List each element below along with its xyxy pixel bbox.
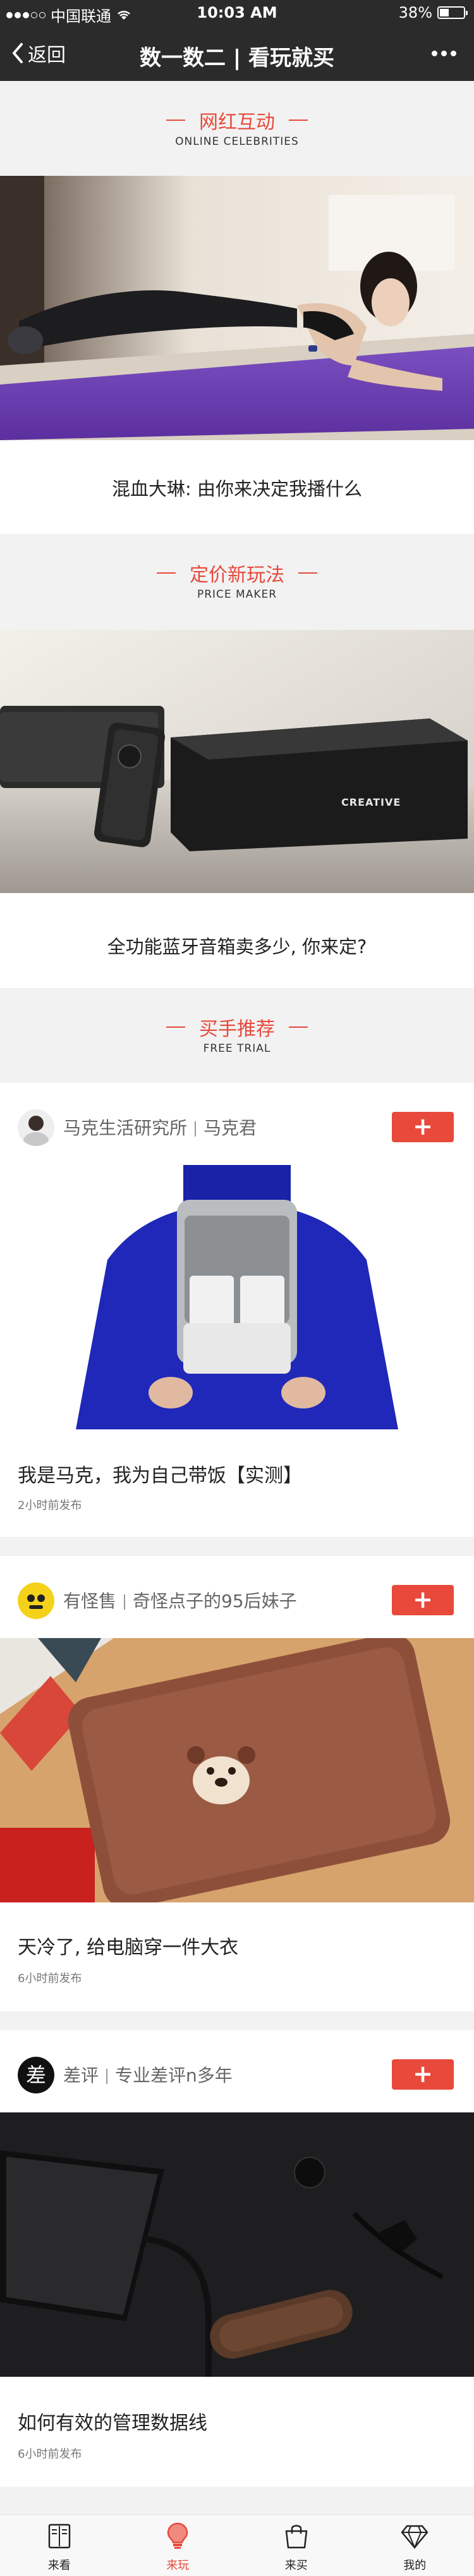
price-maker-caption: 全功能蓝牙音箱卖多少, 你来定? — [107, 936, 367, 958]
post-image[interactable] — [0, 1638, 474, 1902]
section-title: 网红互动 — [0, 106, 474, 134]
author-info[interactable]: 马克生活研究所 马克君 — [63, 1114, 257, 1140]
author-row: 马克生活研究所 马克君 + — [0, 1083, 474, 1165]
post-time: 6小时前发布 — [18, 1972, 82, 1985]
post-card[interactable]: 天冷了, 给电脑穿一件大衣 6小时前发布 — [0, 1902, 474, 2011]
author-subtitle: 奇怪点子的95后妹子 — [133, 1591, 297, 1612]
section-header-celebrities: 网红互动 ONLINE CELEBRITIES — [0, 81, 474, 176]
post-title: 如何有效的管理数据线 — [18, 2412, 207, 2434]
battery-icon — [437, 6, 468, 19]
avatar[interactable]: 差 — [18, 2057, 54, 2093]
section-title: 买手推荐 — [0, 1013, 474, 1041]
celebrity-caption-card[interactable]: 混血大琳: 由你来决定我播什么 — [0, 440, 474, 534]
follow-button[interactable]: + — [392, 1585, 454, 1615]
speaker-photo[interactable]: CREATIVE — [0, 630, 474, 893]
lightbulb-icon — [167, 2522, 188, 2549]
section-header-price-maker: 定价新玩法 PRICE MAKER — [0, 534, 474, 629]
author-name: 差评 — [63, 2065, 99, 2086]
author-info[interactable]: 差评 专业差评n多年 — [63, 2062, 233, 2087]
post-image[interactable] — [0, 1165, 474, 1429]
avatar[interactable] — [18, 1109, 54, 1146]
tab-play[interactable]: 来玩 — [119, 2515, 238, 2576]
section-subtitle: FREE TRIAL — [203, 1042, 271, 1055]
author-name: 有怪售 — [63, 1591, 117, 1612]
tab-mine[interactable]: 我的 — [356, 2515, 474, 2576]
nav-bar: 返回 数一数二 | 看玩就买 — [0, 25, 474, 81]
more-button[interactable] — [432, 40, 456, 66]
battery-percent: 38% — [398, 4, 432, 22]
post-time: 6小时前发布 — [18, 2448, 82, 2461]
status-bar: 中国联通 10:03 AM 38% — [0, 0, 474, 25]
tab-bar: 来看 来玩 来买 我的 — [0, 2514, 474, 2576]
post-card[interactable]: 我是马克，我为自己带饭【实测】 2小时前发布 — [0, 1429, 474, 1537]
bag-icon — [285, 2525, 307, 2549]
celebrity-caption: 混血大琳: 由你来决定我播什么 — [112, 478, 362, 500]
avatar-initial: 差 — [25, 2063, 46, 2087]
tab-look[interactable]: 来看 — [0, 2515, 119, 2576]
author-subtitle: 马克君 — [204, 1118, 257, 1138]
follow-button[interactable]: + — [392, 1112, 454, 1142]
post-title: 我是马克，我为自己带饭【实测】 — [18, 1465, 302, 1487]
celebrity-photo[interactable] — [0, 176, 474, 440]
section-title: 定价新玩法 — [0, 559, 474, 587]
section-header-free-trial: 买手推荐 FREE TRIAL — [0, 988, 474, 1083]
author-subtitle: 专业差评n多年 — [115, 2065, 233, 2086]
author-row: 差 差评 专业差评n多年 + — [0, 2030, 474, 2112]
tab-label: 来看 — [47, 2559, 71, 2572]
speaker-brand: CREATIVE — [341, 796, 401, 808]
post-image[interactable] — [0, 2112, 474, 2377]
diamond-icon — [401, 2525, 428, 2549]
tab-buy[interactable]: 来买 — [237, 2515, 356, 2576]
tab-label: 我的 — [403, 2559, 427, 2572]
post-title: 天冷了, 给电脑穿一件大衣 — [18, 1937, 239, 1959]
follow-button[interactable]: + — [392, 2059, 454, 2090]
post-card[interactable]: 如何有效的管理数据线 6小时前发布 — [0, 2377, 474, 2487]
book-icon — [48, 2524, 70, 2549]
post-time: 2小时前发布 — [18, 1499, 82, 1512]
tab-label: 来玩 — [166, 2559, 190, 2572]
avatar[interactable] — [18, 1582, 54, 1619]
author-row: 有怪售 奇怪点子的95后妹子 + — [0, 1556, 474, 1638]
author-name: 马克生活研究所 — [63, 1118, 188, 1138]
section-subtitle: PRICE MAKER — [197, 588, 277, 601]
author-info[interactable]: 有怪售 奇怪点子的95后妹子 — [63, 1587, 297, 1613]
tab-label: 来买 — [284, 2559, 308, 2572]
page-title: 数一数二 | 看玩就买 — [139, 46, 335, 71]
more-dots-icon — [432, 50, 437, 56]
section-subtitle: ONLINE CELEBRITIES — [175, 135, 299, 148]
price-maker-caption-card[interactable]: 全功能蓝牙音箱卖多少, 你来定? — [0, 893, 474, 988]
